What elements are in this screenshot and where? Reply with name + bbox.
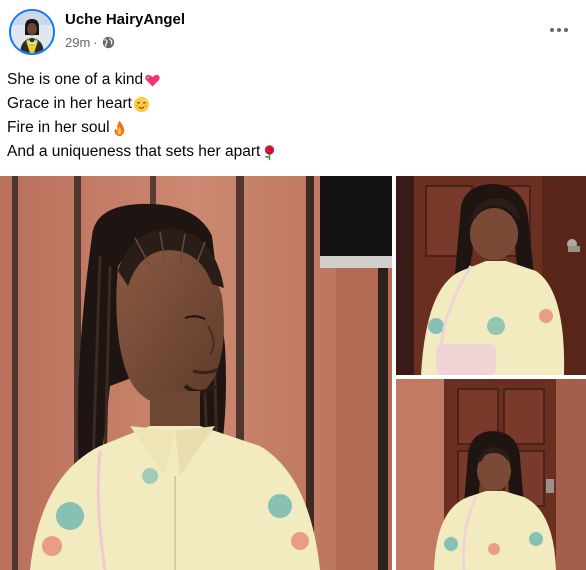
dot: [557, 28, 561, 32]
globe-icon[interactable]: [102, 36, 115, 49]
photo-main[interactable]: [0, 176, 392, 570]
rose-emoji: [261, 144, 278, 161]
dot: [564, 28, 568, 32]
post-timestamp[interactable]: 29m: [65, 35, 90, 50]
photo-bottom-right[interactable]: [396, 379, 586, 570]
caption-line-3: Fire in her soul: [7, 116, 278, 140]
more-options-icon[interactable]: [544, 18, 574, 42]
meta-separator: ·: [93, 35, 98, 50]
photo-top-right[interactable]: [396, 176, 586, 375]
author-name[interactable]: Uche HairyAngel: [65, 11, 185, 28]
caption-line-2: Grace in her heart: [7, 92, 278, 116]
sparkling-heart-emoji: [144, 72, 161, 89]
relieved-face-emoji: [133, 96, 150, 113]
avatar-image: [11, 11, 53, 53]
caption-text: She is one of a kind: [7, 71, 144, 88]
caption-line-4: And a uniqueness that sets her apart: [7, 140, 278, 164]
photo-woman-by-door: [396, 379, 586, 570]
author-avatar[interactable]: [9, 9, 55, 55]
caption-line-1: She is one of a kind: [7, 68, 278, 92]
caption-text: Fire in her soul: [7, 119, 110, 136]
photo-woman-looking-down: [396, 176, 586, 375]
caption-text: And a uniqueness that sets her apart: [7, 143, 261, 160]
fire-emoji: [111, 120, 128, 137]
caption-text: Grace in her heart: [7, 95, 132, 112]
photo-grid: [0, 176, 586, 570]
post-header: Uche HairyAngel 29m ·: [0, 0, 586, 64]
dot: [550, 28, 554, 32]
post-meta: 29m ·: [65, 35, 115, 50]
photo-woman-braids-portrait: [0, 176, 392, 570]
post-caption: She is one of a kind Grace in her heart …: [7, 68, 278, 164]
